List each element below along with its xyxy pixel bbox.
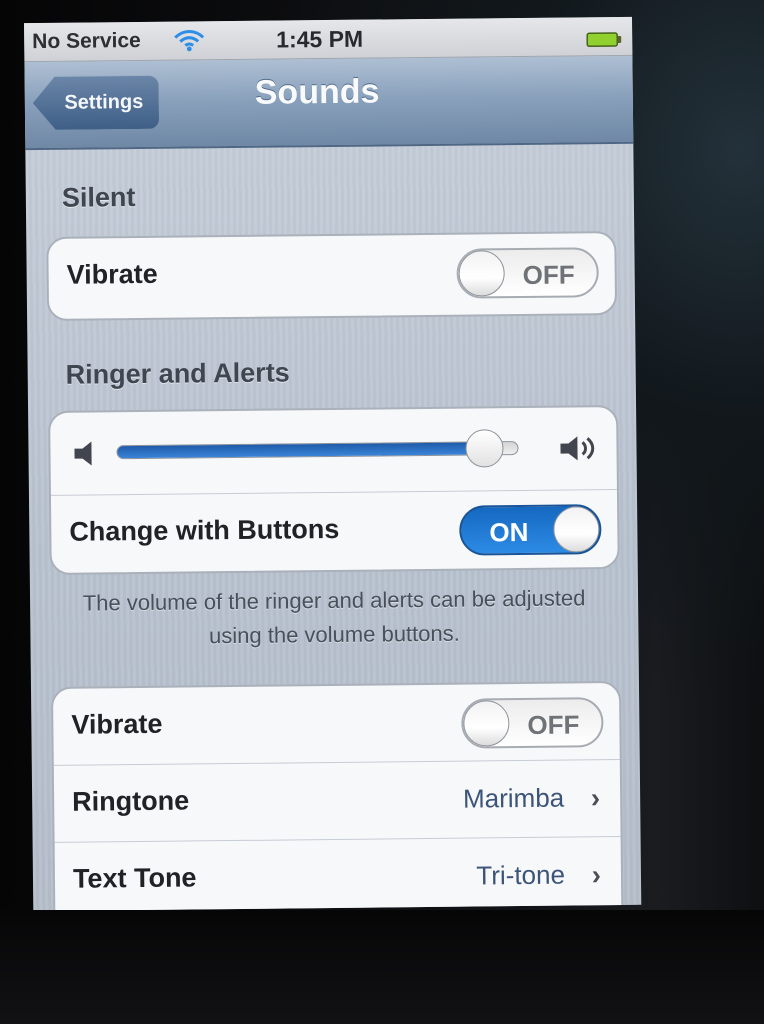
change-with-buttons-toggle[interactable]: ON bbox=[459, 504, 602, 556]
ringer-section-header: Ringer and Alerts bbox=[65, 357, 290, 390]
switch-knob bbox=[463, 700, 510, 747]
ringtone-value: Marimba bbox=[462, 782, 565, 814]
page-title: Sounds bbox=[254, 72, 380, 112]
phone-screen: No Service 1:45 PM Settings Sounds Silen… bbox=[24, 16, 642, 912]
switch-state-label: ON bbox=[489, 516, 529, 548]
chevron-right-icon: › bbox=[591, 859, 602, 891]
change-with-buttons-label: Change with Buttons bbox=[69, 513, 340, 547]
ringer-volume-fill bbox=[117, 442, 486, 459]
wifi-icon bbox=[174, 29, 205, 52]
silent-settings-group: Vibrate OFF bbox=[46, 230, 618, 321]
silent-vibrate-row[interactable]: Vibrate OFF bbox=[48, 233, 615, 316]
chevron-right-icon: › bbox=[590, 782, 601, 814]
navigation-bar: Settings Sounds bbox=[24, 55, 634, 151]
text-tone-label: Text Tone bbox=[72, 862, 197, 894]
status-time: 1:45 PM bbox=[276, 25, 364, 53]
silent-section-header: Silent bbox=[61, 182, 136, 213]
ringer-volume-track[interactable] bbox=[116, 441, 519, 460]
status-bar: No Service 1:45 PM bbox=[24, 16, 633, 63]
text-tone-value: Tri-tone bbox=[476, 859, 566, 891]
ringtone-label: Ringtone bbox=[72, 785, 190, 817]
speaker-high-icon bbox=[560, 436, 595, 461]
switch-state-label: OFF bbox=[522, 259, 575, 290]
ringer-volume-thumb[interactable] bbox=[465, 429, 504, 468]
ringer-settings-group: Change with Buttons ON bbox=[48, 404, 620, 575]
switch-knob bbox=[553, 506, 600, 553]
carrier-label: No Service bbox=[32, 28, 141, 54]
ringer-volume-row bbox=[50, 407, 617, 496]
ringtone-row[interactable]: Ringtone Marimba › bbox=[53, 759, 621, 843]
switch-state-label: OFF bbox=[527, 709, 580, 740]
device-lower-bezel bbox=[0, 910, 764, 1024]
silent-vibrate-toggle[interactable]: OFF bbox=[456, 247, 599, 299]
change-with-buttons-row[interactable]: Change with Buttons ON bbox=[51, 490, 618, 573]
text-tone-row[interactable]: Text Tone Tri-tone › bbox=[55, 837, 622, 911]
sound-options-group: Vibrate OFF Ringtone Marimba › Text Tone… bbox=[50, 680, 624, 912]
battery-icon bbox=[586, 32, 622, 48]
switch-knob bbox=[458, 250, 505, 297]
vibrate-toggle[interactable]: OFF bbox=[461, 697, 604, 749]
vibrate-row[interactable]: Vibrate OFF bbox=[52, 682, 620, 766]
ringer-footer-note: The volume of the ringer and alerts can … bbox=[82, 585, 586, 649]
silent-vibrate-label: Vibrate bbox=[66, 258, 158, 290]
speaker-low-icon bbox=[74, 441, 92, 466]
settings-back-button[interactable]: Settings bbox=[33, 75, 160, 130]
vibrate-label: Vibrate bbox=[71, 708, 163, 740]
